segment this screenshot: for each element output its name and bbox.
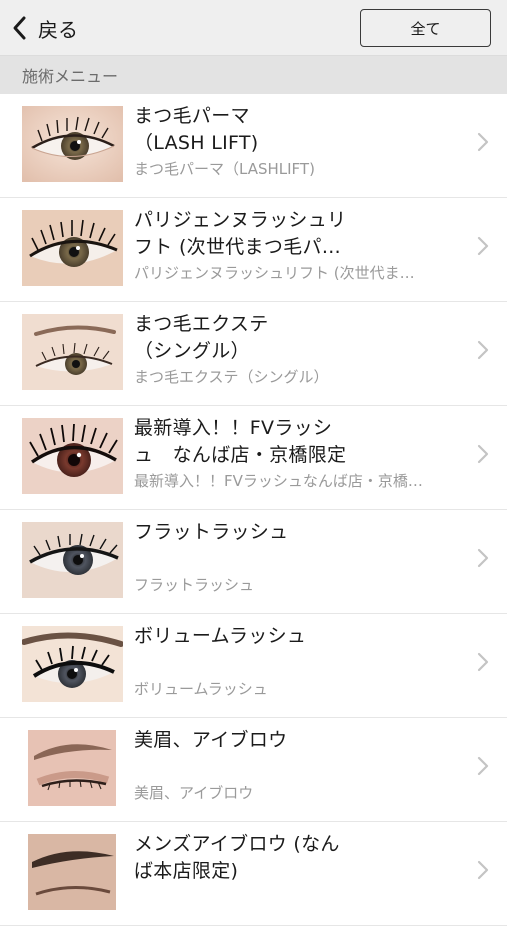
menu-thumbnail <box>22 418 123 494</box>
menu-item-subtitle: パリジェンヌラッシュリフト (次世代ま… <box>134 264 415 282</box>
menu-item-title: まつ毛パーマ （LASH LIFT) <box>134 105 259 154</box>
menu-thumbnail <box>22 210 123 286</box>
menu-item-fv-lash[interactable]: 最新導入！！FVラッシ ュ なんば店・京橋限定 最新導入！！FVラッシュなんば店… <box>0 406 507 510</box>
menu-item-subtitle: ボリュームラッシュ <box>134 680 268 698</box>
menu-thumbnail <box>28 730 116 806</box>
menu-item-subtitle: 美眉、アイブロウ <box>134 784 254 802</box>
menu-item-volume-lash[interactable]: ボリュームラッシュ ボリュームラッシュ <box>0 614 507 718</box>
menu-item-lash-lift[interactable]: まつ毛パーマ （LASH LIFT) まつ毛パーマ（LASHLIFT) <box>0 94 507 198</box>
menu-list: まつ毛パーマ （LASH LIFT) まつ毛パーマ（LASHLIFT) パリジェ… <box>0 94 507 926</box>
menu-item-title: ボリュームラッシュ <box>134 625 307 647</box>
chevron-left-icon <box>13 16 26 40</box>
back-button[interactable]: 戻る <box>10 12 78 44</box>
chevron-right-icon <box>477 236 489 256</box>
menu-item-title: 美眉、アイブロウ <box>134 729 288 751</box>
show-all-button[interactable]: 全て <box>360 9 491 47</box>
menu-thumbnail <box>22 106 123 182</box>
section-title: 施術メニュー <box>22 67 119 86</box>
chevron-right-icon <box>477 652 489 672</box>
menu-item-subtitle: まつ毛パーマ（LASHLIFT) <box>134 160 315 178</box>
menu-item-title: パリジェンヌラッシュリ フト (次世代まつ毛パ… <box>134 209 347 258</box>
chevron-right-icon <box>477 860 489 880</box>
section-header: 施術メニュー <box>0 56 507 94</box>
menu-item-subtitle: 最新導入！！FVラッシュなんば店・京橋… <box>134 472 423 490</box>
menu-item-title: 最新導入！！FVラッシ ュ なんば店・京橋限定 <box>134 417 347 466</box>
menu-item-flat-lash[interactable]: フラットラッシュ フラットラッシュ <box>0 510 507 614</box>
menu-thumbnail <box>28 834 116 910</box>
menu-item-mens-eyebrow[interactable]: メンズアイブロウ (なん ば本店限定) <box>0 822 507 926</box>
menu-thumbnail <box>22 522 123 598</box>
menu-item-title: フラットラッシュ <box>134 521 289 543</box>
chevron-right-icon <box>477 756 489 776</box>
menu-item-title: メンズアイブロウ (なん ば本店限定) <box>134 833 340 882</box>
back-label: 戻る <box>38 17 78 42</box>
menu-thumbnail <box>22 626 123 702</box>
menu-item-subtitle: まつ毛エクステ（シングル） <box>134 368 329 386</box>
menu-thumbnail <box>22 314 123 390</box>
menu-item-parisienne-lash-lift[interactable]: パリジェンヌラッシュリ フト (次世代まつ毛パ… パリジェンヌラッシュリフト (… <box>0 198 507 302</box>
navigation-bar: 戻る 全て <box>0 0 507 56</box>
menu-item-title: まつ毛エクステ （シングル） <box>134 313 269 362</box>
menu-item-subtitle: フラットラッシュ <box>134 576 255 594</box>
chevron-right-icon <box>477 340 489 360</box>
chevron-right-icon <box>477 132 489 152</box>
chevron-right-icon <box>477 548 489 568</box>
menu-item-eyelash-extension-single[interactable]: まつ毛エクステ （シングル） まつ毛エクステ（シングル） <box>0 302 507 406</box>
menu-item-eyebrow[interactable]: 美眉、アイブロウ 美眉、アイブロウ <box>0 718 507 822</box>
chevron-right-icon <box>477 444 489 464</box>
